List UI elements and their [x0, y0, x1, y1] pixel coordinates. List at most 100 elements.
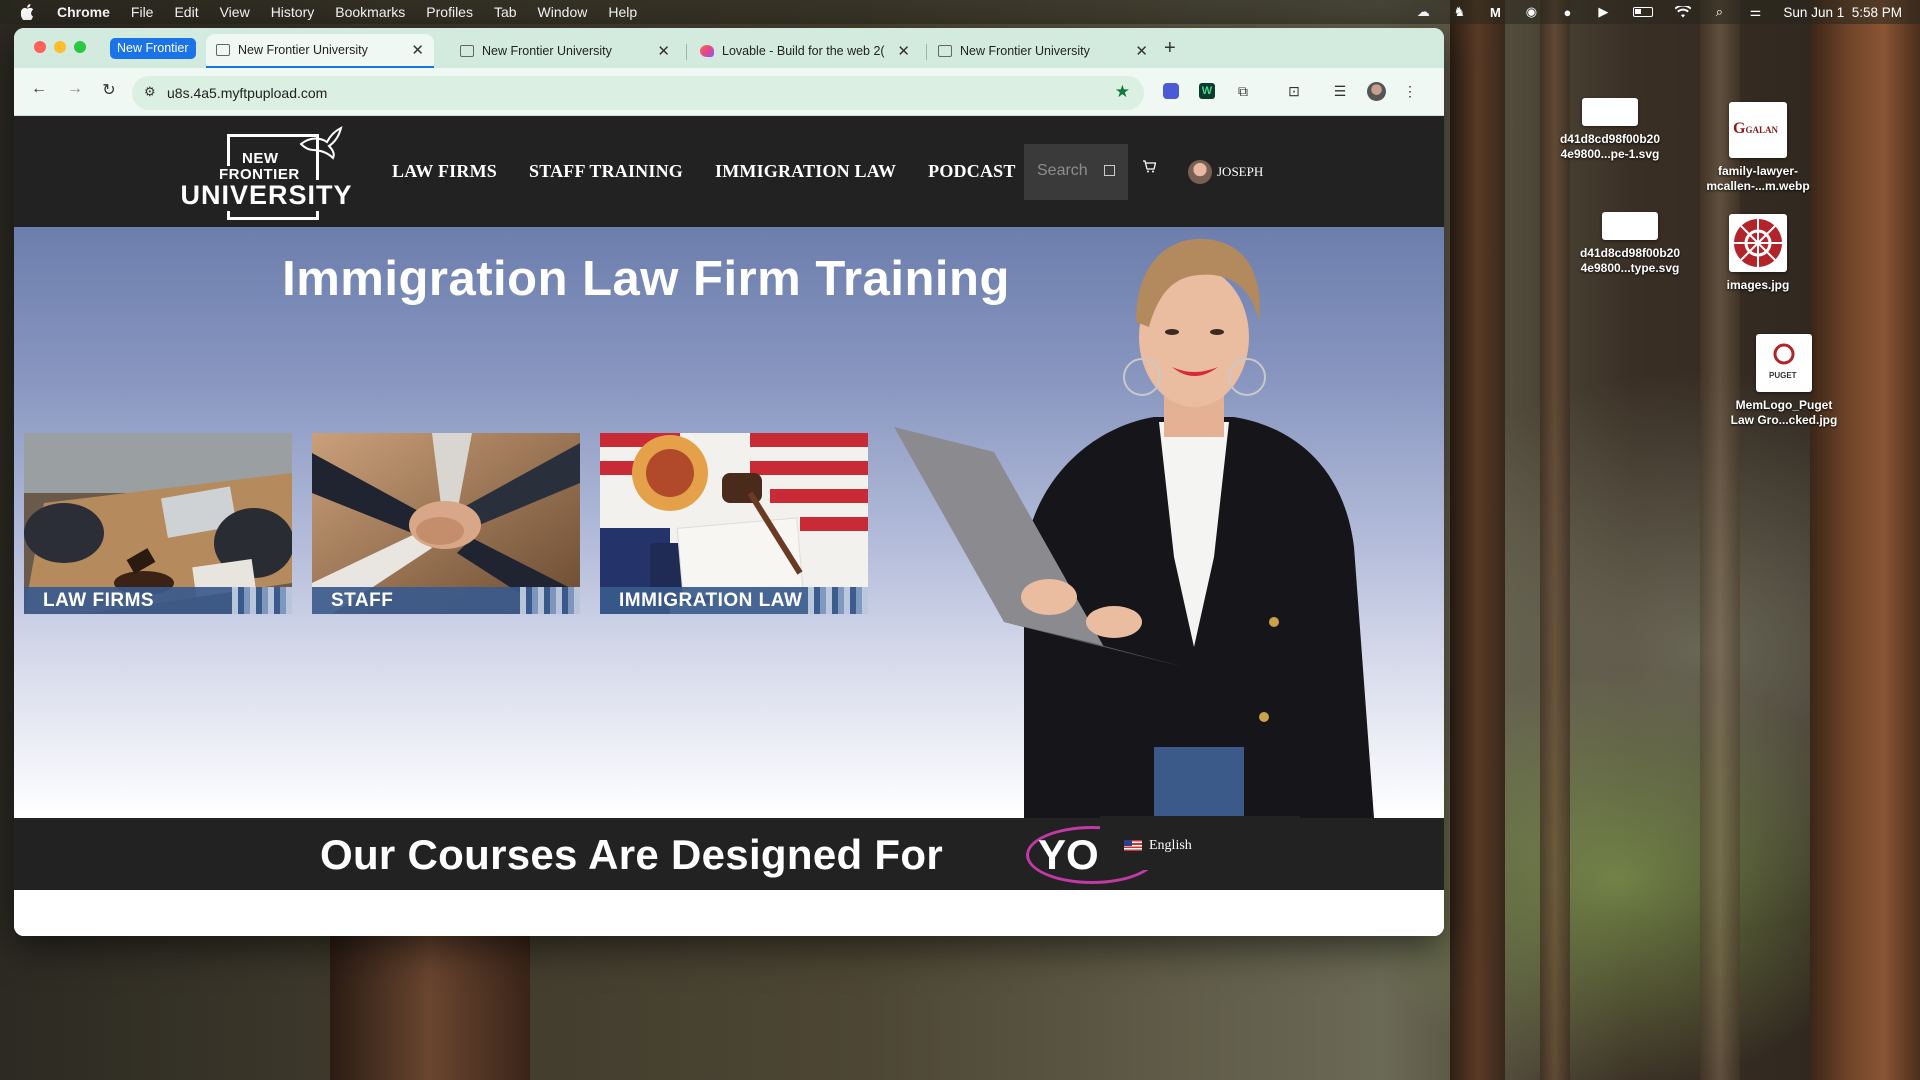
forward-button[interactable]: → — [64, 80, 86, 98]
spotlight-search-icon[interactable]: ⌕ — [1711, 4, 1727, 19]
zoom-window-button[interactable] — [74, 41, 86, 53]
hero-section: Immigration Law Firm Training LAW FIRMS — [14, 227, 1444, 818]
desktop-file-webp[interactable]: GGALAN family-lawyer- mcallen-...m.webp — [1696, 102, 1820, 194]
battery-icon[interactable] — [1631, 5, 1655, 19]
search-placeholder: Search — [1037, 162, 1088, 179]
card-immigration-law[interactable]: IMMIGRATION LAW — [600, 433, 868, 614]
url-text[interactable]: u8s.4a5.myftpupload.com — [167, 85, 327, 101]
circle-icon[interactable]: ● — [1559, 5, 1575, 20]
close-tab-icon[interactable]: ✕ — [657, 42, 670, 60]
ship-wheel-logo-icon — [1734, 219, 1782, 267]
cart-icon[interactable] — [1142, 160, 1157, 176]
logo-line-new: NEW — [242, 150, 279, 167]
bird-icon[interactable]: ♞ — [1451, 4, 1467, 19]
nav-immigration-law[interactable]: IMMIGRATION LAW — [715, 161, 896, 182]
file-name: family-lawyer- mcallen-...m.webp — [1706, 164, 1810, 193]
tab-separator — [926, 44, 927, 60]
file-thumbnail — [1602, 212, 1658, 240]
browser-window: New Frontier New Frontier University ✕ N… — [14, 28, 1444, 936]
file-name: d41d8cd98f00b20 4e9800...type.svg — [1579, 246, 1681, 275]
wifi-icon[interactable] — [1675, 5, 1692, 19]
pixel-decoration — [520, 587, 580, 614]
cloud-sync-icon[interactable]: ☁ — [1415, 4, 1431, 19]
address-bar[interactable]: ⚙ u8s.4a5.myftpupload.com ★ — [132, 76, 1144, 110]
tab[interactable]: New Frontier University ✕ — [450, 34, 680, 68]
lens-search-icon[interactable]: ⊡ — [1284, 81, 1304, 101]
desktop-file-jpg[interactable]: images.jpg — [1696, 214, 1820, 293]
bookmark-star-icon[interactable]: ★ — [1115, 82, 1130, 102]
site-settings-icon[interactable]: ⚙ — [144, 84, 156, 100]
tab[interactable]: Lovable - Build for the web 2( ✕ — [690, 34, 920, 68]
language-switcher[interactable]: English — [1100, 816, 1300, 870]
close-tab-icon[interactable]: ✕ — [897, 42, 910, 60]
menu-window[interactable]: Window — [538, 4, 588, 20]
tab-group-label[interactable]: New Frontier — [110, 38, 196, 59]
close-tab-icon[interactable]: ✕ — [1135, 42, 1148, 60]
extension-icon[interactable] — [1161, 81, 1181, 101]
nav-podcast[interactable]: PODCAST — [928, 161, 1015, 182]
reading-list-icon[interactable]: ☰ — [1330, 81, 1350, 101]
menu-edit[interactable]: Edit — [174, 4, 198, 20]
back-button[interactable]: ← — [28, 80, 50, 98]
eye-icon[interactable]: ◉ — [1523, 4, 1539, 19]
file-name: d41d8cd98f00b20 4e9800...pe-1.svg — [1559, 132, 1661, 161]
menubar-app-name[interactable]: Chrome — [57, 4, 110, 20]
menu-file[interactable]: File — [131, 4, 154, 20]
user-menu[interactable]: JOSEPH — [1188, 160, 1263, 184]
extension-icon[interactable]: W — [1197, 81, 1217, 101]
file-thumbnail: PUGET — [1756, 334, 1812, 392]
page-favicon-icon — [938, 45, 952, 57]
apple-icon[interactable] — [20, 4, 36, 20]
tab-title: Lovable - Build for the web 2( — [722, 44, 885, 58]
menubar-clock[interactable]: Sun Jun 1 5:58 PM — [1783, 5, 1902, 20]
control-center-icon[interactable]: ⚌ — [1747, 4, 1763, 19]
chrome-menu-icon[interactable]: ⋮ — [1400, 81, 1420, 101]
menu-view[interactable]: View — [220, 4, 250, 20]
tab[interactable]: New Frontier University ✕ — [928, 34, 1158, 68]
lovable-heart-icon — [700, 45, 714, 57]
profile-avatar-icon[interactable] — [1366, 81, 1386, 101]
tab-title: New Frontier University — [960, 44, 1090, 58]
file-thumbnail: GGALAN — [1729, 102, 1787, 158]
menu-help[interactable]: Help — [608, 4, 637, 20]
hero-woman-image — [894, 238, 1374, 818]
desktop-file-svg-2[interactable]: d41d8cd98f00b20 4e9800...type.svg — [1568, 212, 1692, 276]
play-icon[interactable]: ▶ — [1595, 4, 1611, 19]
logo-bird-icon — [299, 126, 343, 168]
close-tab-icon[interactable]: ✕ — [411, 41, 424, 59]
file-name: images.jpg — [1726, 278, 1790, 292]
menu-bookmarks[interactable]: Bookmarks — [335, 4, 405, 20]
card-law-firms[interactable]: LAW FIRMS — [24, 433, 292, 614]
user-name: JOSEPH — [1217, 164, 1264, 179]
card-staff[interactable]: STAFF — [312, 433, 580, 614]
tab-separator — [686, 44, 687, 60]
site-logo[interactable]: NEW FRONTIER UNIVERSITY — [174, 126, 359, 222]
tab-active[interactable]: New Frontier University ✕ — [206, 34, 434, 68]
minimize-window-button[interactable] — [54, 41, 66, 53]
m-logo-icon[interactable]: M — [1487, 5, 1503, 20]
new-tab-button[interactable]: + — [1164, 37, 1176, 60]
desktop-file-svg-1[interactable]: d41d8cd98f00b20 4e9800...pe-1.svg — [1548, 98, 1672, 162]
pixel-decoration — [808, 587, 868, 614]
site-search-input[interactable]: Search — [1024, 144, 1128, 200]
reload-button[interactable]: ↻ — [98, 80, 120, 100]
site-header: NEW FRONTIER UNIVERSITY LAW FIRMS STAFF … — [14, 116, 1444, 227]
page-favicon-icon — [216, 44, 230, 56]
menu-profiles[interactable]: Profiles — [426, 4, 473, 20]
logo-line-university: UNIVERSITY — [174, 180, 359, 211]
file-thumbnail — [1729, 214, 1787, 272]
search-icon[interactable] — [1104, 165, 1115, 176]
menu-tab[interactable]: Tab — [494, 4, 517, 20]
extensions-puzzle-icon[interactable]: ⧉ — [1233, 81, 1253, 101]
file-thumbnail — [1582, 98, 1638, 126]
menu-history[interactable]: History — [271, 4, 315, 20]
us-flag-icon — [1124, 840, 1142, 851]
close-window-button[interactable] — [34, 41, 46, 53]
puget-logo-text: PUGET — [1769, 371, 1797, 380]
nav-staff-training[interactable]: STAFF TRAINING — [529, 161, 683, 182]
nav-law-firms[interactable]: LAW FIRMS — [392, 161, 497, 182]
web-page: NEW FRONTIER UNIVERSITY LAW FIRMS STAFF … — [14, 116, 1444, 936]
desktop-file-puget[interactable]: PUGET MemLogo_Puget Law Gro...cked.jpg — [1722, 334, 1846, 428]
language-label: English — [1149, 838, 1192, 853]
galan-logo-text: GGALAN — [1733, 120, 1778, 137]
